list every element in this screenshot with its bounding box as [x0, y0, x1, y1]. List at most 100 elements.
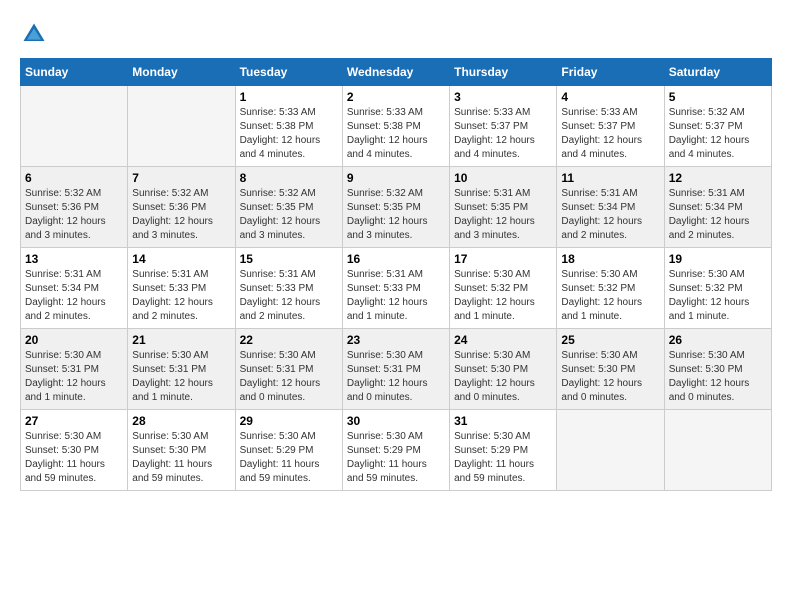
day-info: Sunrise: 5:30 AM Sunset: 5:30 PM Dayligh… — [132, 430, 230, 486]
day-number: 10 — [454, 171, 552, 185]
weekday-header-friday: Friday — [557, 59, 664, 86]
week-row-1: 1 Sunrise: 5:33 AM Sunset: 5:38 PM Daylig… — [21, 86, 772, 167]
day-info: Sunrise: 5:32 AM Sunset: 5:36 PM Dayligh… — [132, 187, 230, 243]
week-row-3: 13 Sunrise: 5:31 AM Sunset: 5:34 PM Dayli… — [21, 248, 772, 329]
day-info: Sunrise: 5:30 AM Sunset: 5:30 PM Dayligh… — [454, 349, 552, 405]
weekday-header-sunday: Sunday — [21, 59, 128, 86]
day-number: 2 — [347, 90, 445, 104]
page-header — [20, 20, 772, 48]
day-number: 31 — [454, 414, 552, 428]
day-number: 15 — [240, 252, 338, 266]
calendar-cell — [128, 86, 235, 167]
calendar-cell: 21Sunrise: 5:30 AM Sunset: 5:31 PM Dayli… — [128, 329, 235, 410]
day-info: Sunrise: 5:30 AM Sunset: 5:31 PM Dayligh… — [347, 349, 445, 405]
day-info: Sunrise: 5:31 AM Sunset: 5:35 PM Dayligh… — [454, 187, 552, 243]
day-info: Sunrise: 5:30 AM Sunset: 5:31 PM Dayligh… — [25, 349, 123, 405]
calendar-cell — [664, 410, 771, 491]
day-number: 7 — [132, 171, 230, 185]
calendar-cell: 7 Sunrise: 5:32 AM Sunset: 5:36 PM Daylig… — [128, 167, 235, 248]
week-row-4: 20 Sunrise: 5:30 AM Sunset: 5:31 PM Dayli… — [21, 329, 772, 410]
day-info: Sunrise: 5:31 AM Sunset: 5:34 PM Dayligh… — [669, 187, 767, 243]
calendar-cell: 9 Sunrise: 5:32 AM Sunset: 5:35 PM Daylig… — [342, 167, 449, 248]
day-number: 1 — [240, 90, 338, 104]
calendar-cell: 23 Sunrise: 5:30 AM Sunset: 5:31 PM Dayli… — [342, 329, 449, 410]
weekday-header-saturday: Saturday — [664, 59, 771, 86]
day-number: 13 — [25, 252, 123, 266]
day-info: Sunrise: 5:31 AM Sunset: 5:34 PM Dayligh… — [25, 268, 123, 324]
calendar-cell: 18Sunrise: 5:30 AM Sunset: 5:32 PM Dayli… — [557, 248, 664, 329]
logo — [20, 20, 52, 48]
weekday-header-tuesday: Tuesday — [235, 59, 342, 86]
day-info: Sunrise: 5:30 AM Sunset: 5:29 PM Dayligh… — [454, 430, 552, 486]
calendar-cell: 27 Sunrise: 5:30 AM Sunset: 5:30 PM Dayli… — [21, 410, 128, 491]
day-number: 16 — [347, 252, 445, 266]
calendar-cell: 5 Sunrise: 5:32 AM Sunset: 5:37 PM Daylig… — [664, 86, 771, 167]
day-info: Sunrise: 5:33 AM Sunset: 5:38 PM Dayligh… — [347, 106, 445, 162]
day-info: Sunrise: 5:32 AM Sunset: 5:35 PM Dayligh… — [240, 187, 338, 243]
day-number: 12 — [669, 171, 767, 185]
day-number: 11 — [561, 171, 659, 185]
week-row-5: 27 Sunrise: 5:30 AM Sunset: 5:30 PM Dayli… — [21, 410, 772, 491]
day-number: 30 — [347, 414, 445, 428]
day-info: Sunrise: 5:30 AM Sunset: 5:29 PM Dayligh… — [347, 430, 445, 486]
day-info: Sunrise: 5:30 AM Sunset: 5:31 PM Dayligh… — [240, 349, 338, 405]
calendar-cell: 29Sunrise: 5:30 AM Sunset: 5:29 PM Dayli… — [235, 410, 342, 491]
day-number: 4 — [561, 90, 659, 104]
day-info: Sunrise: 5:30 AM Sunset: 5:32 PM Dayligh… — [454, 268, 552, 324]
day-info: Sunrise: 5:33 AM Sunset: 5:37 PM Dayligh… — [454, 106, 552, 162]
calendar-cell: 12 Sunrise: 5:31 AM Sunset: 5:34 PM Dayli… — [664, 167, 771, 248]
calendar-cell: 26Sunrise: 5:30 AM Sunset: 5:30 PM Dayli… — [664, 329, 771, 410]
day-info: Sunrise: 5:30 AM Sunset: 5:30 PM Dayligh… — [25, 430, 123, 486]
day-number: 14 — [132, 252, 230, 266]
day-info: Sunrise: 5:31 AM Sunset: 5:33 PM Dayligh… — [132, 268, 230, 324]
week-row-2: 6 Sunrise: 5:32 AM Sunset: 5:36 PM Daylig… — [21, 167, 772, 248]
calendar-cell: 31 Sunrise: 5:30 AM Sunset: 5:29 PM Dayli… — [450, 410, 557, 491]
day-number: 19 — [669, 252, 767, 266]
day-info: Sunrise: 5:33 AM Sunset: 5:38 PM Dayligh… — [240, 106, 338, 162]
day-info: Sunrise: 5:32 AM Sunset: 5:36 PM Dayligh… — [25, 187, 123, 243]
day-number: 27 — [25, 414, 123, 428]
day-number: 6 — [25, 171, 123, 185]
calendar-cell: 8Sunrise: 5:32 AM Sunset: 5:35 PM Daylig… — [235, 167, 342, 248]
day-info: Sunrise: 5:30 AM Sunset: 5:29 PM Dayligh… — [240, 430, 338, 486]
day-number: 21 — [132, 333, 230, 347]
calendar-cell: 13 Sunrise: 5:31 AM Sunset: 5:34 PM Dayli… — [21, 248, 128, 329]
calendar-table: SundayMondayTuesdayWednesdayThursdayFrid… — [20, 58, 772, 491]
calendar-cell: 19 Sunrise: 5:30 AM Sunset: 5:32 PM Dayli… — [664, 248, 771, 329]
calendar-cell: 2 Sunrise: 5:33 AM Sunset: 5:38 PM Daylig… — [342, 86, 449, 167]
day-number: 9 — [347, 171, 445, 185]
calendar-cell: 22 Sunrise: 5:30 AM Sunset: 5:31 PM Dayli… — [235, 329, 342, 410]
day-info: Sunrise: 5:31 AM Sunset: 5:34 PM Dayligh… — [561, 187, 659, 243]
weekday-header-wednesday: Wednesday — [342, 59, 449, 86]
calendar-cell: 24 Sunrise: 5:30 AM Sunset: 5:30 PM Dayli… — [450, 329, 557, 410]
day-info: Sunrise: 5:30 AM Sunset: 5:32 PM Dayligh… — [561, 268, 659, 324]
calendar-cell: 15 Sunrise: 5:31 AM Sunset: 5:33 PM Dayli… — [235, 248, 342, 329]
calendar-cell: 1 Sunrise: 5:33 AM Sunset: 5:38 PM Daylig… — [235, 86, 342, 167]
calendar-cell — [557, 410, 664, 491]
calendar-cell: 10 Sunrise: 5:31 AM Sunset: 5:35 PM Dayli… — [450, 167, 557, 248]
calendar-cell: 11 Sunrise: 5:31 AM Sunset: 5:34 PM Dayli… — [557, 167, 664, 248]
day-number: 23 — [347, 333, 445, 347]
day-info: Sunrise: 5:32 AM Sunset: 5:35 PM Dayligh… — [347, 187, 445, 243]
day-number: 28 — [132, 414, 230, 428]
weekday-header-thursday: Thursday — [450, 59, 557, 86]
day-info: Sunrise: 5:33 AM Sunset: 5:37 PM Dayligh… — [561, 106, 659, 162]
weekday-header-monday: Monday — [128, 59, 235, 86]
day-info: Sunrise: 5:30 AM Sunset: 5:30 PM Dayligh… — [561, 349, 659, 405]
day-number: 17 — [454, 252, 552, 266]
calendar-cell: 14 Sunrise: 5:31 AM Sunset: 5:33 PM Dayli… — [128, 248, 235, 329]
day-number: 22 — [240, 333, 338, 347]
calendar-cell: 16Sunrise: 5:31 AM Sunset: 5:33 PM Dayli… — [342, 248, 449, 329]
day-number: 26 — [669, 333, 767, 347]
day-info: Sunrise: 5:32 AM Sunset: 5:37 PM Dayligh… — [669, 106, 767, 162]
day-number: 25 — [561, 333, 659, 347]
day-number: 5 — [669, 90, 767, 104]
calendar-cell: 28 Sunrise: 5:30 AM Sunset: 5:30 PM Dayli… — [128, 410, 235, 491]
day-info: Sunrise: 5:31 AM Sunset: 5:33 PM Dayligh… — [240, 268, 338, 324]
calendar-cell: 4 Sunrise: 5:33 AM Sunset: 5:37 PM Daylig… — [557, 86, 664, 167]
day-number: 20 — [25, 333, 123, 347]
day-number: 24 — [454, 333, 552, 347]
weekday-header-row: SundayMondayTuesdayWednesdayThursdayFrid… — [21, 59, 772, 86]
day-info: Sunrise: 5:30 AM Sunset: 5:32 PM Dayligh… — [669, 268, 767, 324]
calendar-cell: 30 Sunrise: 5:30 AM Sunset: 5:29 PM Dayli… — [342, 410, 449, 491]
